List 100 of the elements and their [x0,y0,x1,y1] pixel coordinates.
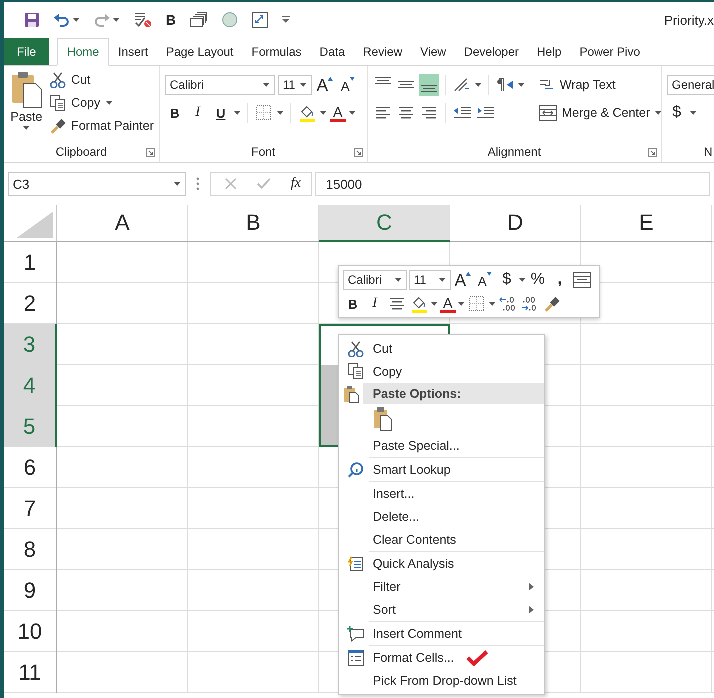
column-header[interactable]: A [57,205,188,242]
ribbon-tab[interactable]: View [412,38,456,65]
menu-item[interactable]: Quick Analysis [373,556,454,570]
menu-item[interactable]: Copy [373,364,402,378]
caret-icon [439,278,446,282]
ribbon-tab[interactable]: Developer [455,38,528,65]
menu-item[interactable]: Filter [373,580,401,594]
comment-icon [347,626,365,642]
paint-bucket-icon [298,104,316,122]
indent-icon [476,105,494,121]
stacked-pages-icon[interactable] [190,12,208,28]
shrink-font-button[interactable]: A [475,269,495,291]
bottom-align-button[interactable] [419,74,439,96]
caret-icon [518,83,525,87]
caret-icon [431,302,438,306]
column-header[interactable]: C [319,205,450,242]
row-header[interactable]: 6 [4,447,57,488]
merge-center-button[interactable] [572,269,592,291]
cut-button[interactable]: Cut [50,70,154,90]
copy-button[interactable]: Copy [50,93,154,113]
undo-icon[interactable] [54,13,70,27]
merge-cells-icon [539,105,557,121]
caret-icon [489,302,496,306]
grow-font-button[interactable]: A [453,269,473,291]
currency-button[interactable]: $ [497,269,517,291]
comma-button[interactable]: , [550,269,570,291]
caret-icon [277,111,284,115]
row-header[interactable]: 8 [4,529,57,570]
column-header[interactable]: E [581,205,712,242]
menu-item[interactable]: Paste Special... [373,438,460,452]
ribbon-tab[interactable]: Page Layout [157,38,243,65]
underline-button[interactable]: U [211,102,231,124]
menu-item[interactable]: Cut [373,342,392,356]
italic-button[interactable]: I [188,102,208,124]
menu-item[interactable]: Delete... [373,510,420,524]
ribbon-tab[interactable]: Power Pivo [570,38,650,65]
ribbon-tab[interactable]: Formulas [242,38,311,65]
dialog-launcher-icon[interactable] [146,148,155,156]
row-header[interactable]: 7 [4,488,57,529]
row-header[interactable]: 10 [4,611,57,652]
menu-item[interactable]: Insert Comment [373,626,462,640]
font-size-dropdown[interactable]: 11 [278,75,312,95]
row-header[interactable]: 4 [4,365,57,406]
caret-icon [475,83,482,87]
ribbon-tab[interactable]: Help [528,38,571,65]
ribbon-tab[interactable]: Data [310,38,354,65]
lines-icon [421,85,437,93]
menu-item[interactable]: Clear Contents [373,532,456,546]
outdent-icon [453,105,471,121]
spelling-check-icon[interactable] [134,12,152,28]
bold-button[interactable]: B [343,293,363,315]
paste-button[interactable]: Paste [9,70,44,142]
currency-button[interactable]: $ [667,102,687,124]
merge-cells-icon [573,272,591,288]
font-color-button[interactable]: A [440,295,456,313]
row-header[interactable]: 9 [4,570,57,611]
group-label: Alignment [488,145,542,159]
row-header[interactable]: 3 [4,324,57,365]
picture-frame-icon[interactable] [252,12,268,28]
caret-icon [113,18,120,22]
dialog-launcher-icon[interactable] [648,148,657,156]
enter-check-icon[interactable] [257,178,271,190]
file-tab[interactable]: File [4,38,50,65]
shrink-font-button[interactable]: A [338,74,358,96]
menu-item[interactable]: Smart Lookup [373,462,451,476]
bold-button[interactable]: B [166,12,176,28]
wrap-text-button[interactable]: Wrap Text [539,74,662,96]
italic-button[interactable]: I [365,293,385,315]
row-header[interactable]: 11 [4,652,57,693]
column-header[interactable]: D [450,205,581,242]
number-format-dropdown[interactable]: General [667,75,714,95]
paste-option-icon[interactable] [373,406,393,432]
menu-item[interactable]: Format Cells... [373,650,454,664]
font-name-dropdown[interactable]: Calibri [343,270,407,290]
clipboard-icon [10,70,44,108]
insert-function-button[interactable]: fx [291,176,302,192]
group-label: N [704,145,714,159]
ribbon-tab[interactable]: Insert [109,38,158,65]
paintbrush-icon [544,296,560,312]
ribbon-tab[interactable]: Review [354,38,412,65]
font-color-button[interactable]: A [330,104,346,122]
percent-button[interactable]: % [528,269,548,291]
row-header[interactable]: 1 [4,242,57,283]
font-size-dropdown[interactable]: 11 [409,270,451,290]
formula-input-field[interactable]: 15000 [315,172,710,196]
menu-item[interactable]: Insert... [373,486,415,500]
ribbon-tab[interactable]: Home [57,38,110,66]
format-painter-button[interactable]: Format Painter [50,116,154,136]
save-icon[interactable] [24,12,40,28]
row-header[interactable]: 5 [4,406,57,447]
merge-center-button[interactable]: Merge & Center [539,102,662,124]
menu-item[interactable]: Pick From Drop-down List [373,674,517,688]
format-cells-icon [348,650,364,666]
name-box[interactable]: C3 [8,172,186,196]
grow-font-button[interactable]: A [315,74,335,96]
font-name-dropdown[interactable]: Calibri [165,75,275,95]
bold-button[interactable]: B [165,102,185,124]
customize-toolbar-icon[interactable] [282,16,290,24]
menu-item[interactable]: Sort [373,602,396,616]
dialog-launcher-icon[interactable] [354,148,363,156]
